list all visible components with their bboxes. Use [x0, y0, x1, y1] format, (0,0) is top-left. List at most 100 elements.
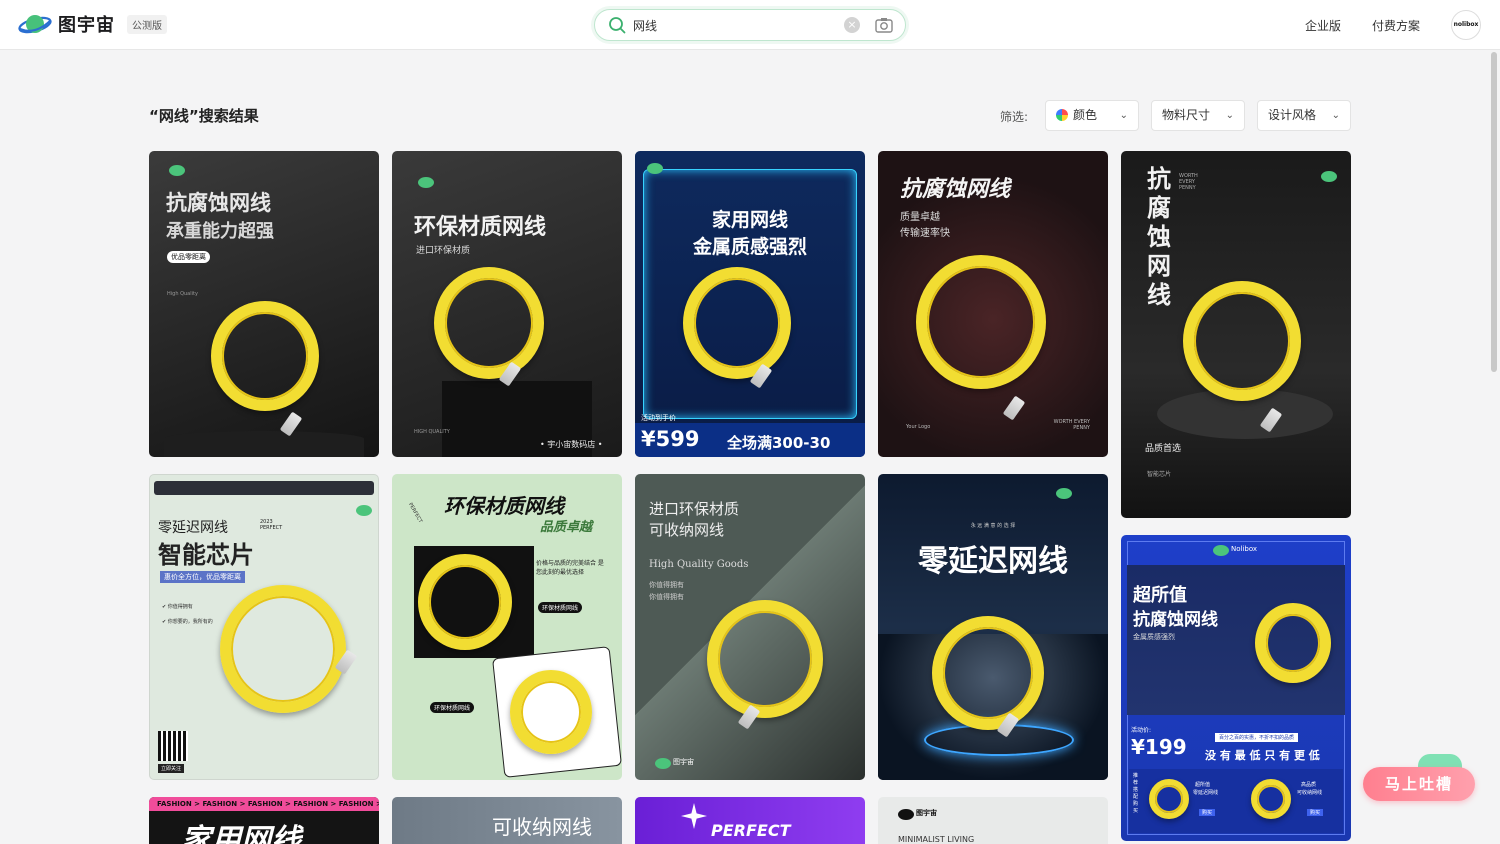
sparkle-icon [681, 803, 707, 829]
nav-pricing[interactable]: 付费方案 [1372, 17, 1420, 34]
chevron-down-icon: ⌄ [1225, 110, 1234, 121]
brand-logo-icon [169, 165, 185, 176]
brand-logo-icon [647, 163, 663, 174]
cable-image [1255, 603, 1331, 683]
product-name: 超所值 [1195, 782, 1211, 788]
card-footer: • 宇小宙数码店 • [540, 440, 603, 449]
template-card[interactable]: 零延迟网线 2023 PERFECT 智能芯片 惠价全方位，优品零距离 ✔ 你值… [149, 474, 379, 780]
card-footer: WORTH EVERY PENNY [1053, 419, 1090, 431]
card-title: 超所值 [1133, 585, 1187, 606]
cable-image [220, 585, 346, 713]
camera-icon[interactable] [874, 16, 894, 34]
card-side-text: PERFECT [406, 501, 424, 525]
cable-image [510, 670, 592, 754]
template-card[interactable]: 永 远 满 意 的 选 择 零延迟网线 [878, 474, 1108, 780]
filter-size[interactable]: 物料尺寸 ⌄ [1151, 100, 1245, 131]
price-label: 活动到手价 [641, 414, 676, 422]
card-logo: Nolibox [1231, 545, 1258, 553]
logo[interactable]: 图宇宙 公测版 [18, 10, 167, 38]
card-note: HIGH QUALITY [414, 429, 450, 435]
card-tag-2: 环保材质网线 [430, 702, 475, 713]
cable-image [1183, 281, 1301, 401]
check-item: ✔ 你想要的，我所有的 [162, 619, 213, 625]
scrollbar[interactable] [1491, 52, 1497, 372]
clear-icon[interactable]: × [844, 17, 860, 33]
card-subtitle: 品质卓越 [540, 520, 593, 535]
card-subtitle: 质量卓越 [900, 212, 940, 223]
template-card[interactable]: 可收纳网线 [392, 797, 622, 844]
cable-image [916, 255, 1046, 389]
cable-image [434, 267, 544, 379]
card-title: PERFECT [711, 821, 791, 840]
buy-button[interactable]: 购买 [1199, 809, 1216, 816]
feedback-button[interactable]: 马上吐槽 [1363, 767, 1475, 801]
card-logo: 图宇宙 [916, 809, 937, 817]
cable-image [211, 301, 319, 411]
filter-color[interactable]: 颜色 ⌄ [1045, 100, 1139, 131]
avatar[interactable]: nolibox [1451, 10, 1481, 40]
card-pretitle: 永 远 满 意 的 选 择 [970, 523, 1016, 529]
card-line: 你值得拥有 [649, 593, 684, 601]
card-slogan: 没 有 最 低 只 有 更 低 [1205, 749, 1320, 762]
search-input[interactable] [633, 16, 833, 34]
buy-button[interactable]: 购买 [1307, 809, 1324, 816]
nav-enterprise[interactable]: 企业版 [1305, 17, 1341, 34]
cable-image [418, 554, 512, 650]
check-item: ✔ 你值得拥有 [162, 604, 193, 610]
search-bar[interactable]: × [594, 9, 906, 41]
qr-code [158, 731, 188, 761]
card-title: 进口环保材质 [649, 500, 740, 518]
card-strip: FASHION > FASHION > FASHION > FASHION > … [149, 797, 379, 811]
brand-logo-icon [418, 177, 434, 188]
card-subtitle: 承重能力超强 [166, 221, 274, 242]
template-card[interactable]: 抗腐蚀网线 质量卓越 传输速率快 Your Logo WORTH EVERY P… [878, 151, 1108, 457]
template-card[interactable]: Nolibox 超所值 抗腐蚀网线 金属质感强烈 活动价: ¥199 百分之百的… [1121, 535, 1351, 841]
card-subtitle-2: 金属质感强烈 [1133, 633, 1175, 641]
template-card[interactable]: FASHION > FASHION > FASHION > FASHION > … [149, 797, 379, 844]
card-tag: 优品零距离 [167, 251, 210, 263]
card-logo: Your Logo [906, 424, 931, 430]
feedback-label: 马上吐槽 [1384, 775, 1453, 793]
template-card[interactable]: 进口环保材质 可收纳网线 High Quality Goods 你值得拥有 你值… [635, 474, 865, 780]
template-card[interactable]: 抗腐蚀网线 WORTH EVERY PENNY 品质首选 智能芯片 [1121, 151, 1351, 518]
filter-size-label: 物料尺寸 [1162, 108, 1211, 122]
card-title: 可收纳网线 [492, 815, 592, 839]
card-title: 抗腐蚀网线 [900, 177, 1011, 202]
price-value: ¥599 [641, 427, 700, 451]
planet-logo-icon [18, 15, 52, 34]
card-subtitle: 进口环保材质 [416, 246, 471, 256]
price-label: 活动价: [1131, 727, 1152, 734]
promo-text: 全场满300-30 [727, 434, 831, 452]
filter-style[interactable]: 设计风格 ⌄ [1257, 100, 1351, 131]
card-title: 零延迟网线 [918, 544, 1068, 579]
template-card[interactable]: 图宇宙 MINIMALIST LIVING [878, 797, 1108, 844]
chevron-down-icon: ⌄ [1119, 110, 1128, 121]
brand-logo-icon [898, 809, 914, 820]
brand-logo-icon [356, 505, 372, 516]
check-item-text: 你想要的，我所有的 [167, 619, 213, 625]
card-desc: 百分之百的实惠，不折不扣的品质 [1215, 733, 1299, 742]
card-subtitle: MINIMALIST LIVING [898, 835, 975, 844]
template-card[interactable]: 抗腐蚀网线 承重能力超强 优品零距离 High Quality [149, 151, 379, 457]
card-title: 抗腐蚀网线 [1147, 165, 1171, 309]
template-card[interactable]: PERFECT [635, 797, 865, 844]
template-card[interactable]: 环保材质网线 品质卓越 PERFECT 价格与品质的完美结合 是您此刻的最优选择… [392, 474, 622, 780]
brand-logo-icon [1213, 545, 1229, 556]
color-wheel-icon [1056, 109, 1068, 121]
logo-text: 图宇宙 [58, 15, 115, 36]
price-value: ¥199 [1131, 735, 1187, 759]
card-title: 智能芯片 [158, 541, 254, 569]
cable-plug [1002, 395, 1026, 421]
top-strip [154, 481, 374, 495]
template-card[interactable]: 环保材质网线 进口环保材质 HIGH QUALITY • 宇小宙数码店 • [392, 151, 622, 457]
template-card[interactable]: 家用网线 金属质感强烈 活动到手价 ¥599 全场满300-30 [635, 151, 865, 457]
card-subtitle-2: 智能芯片 [1147, 471, 1172, 478]
cable-image [932, 616, 1044, 730]
top-header: 图宇宙 公测版 × 企业版 付费方案 nolibox [0, 0, 1500, 50]
chevron-down-icon: ⌄ [1331, 110, 1340, 121]
card-subtitle: 抗腐蚀网线 [1133, 610, 1218, 630]
product-desc: 可收纳网线 [1297, 790, 1323, 796]
qr-label: 立即关注 [158, 764, 185, 773]
cable-image [683, 267, 791, 379]
podium [164, 431, 364, 457]
